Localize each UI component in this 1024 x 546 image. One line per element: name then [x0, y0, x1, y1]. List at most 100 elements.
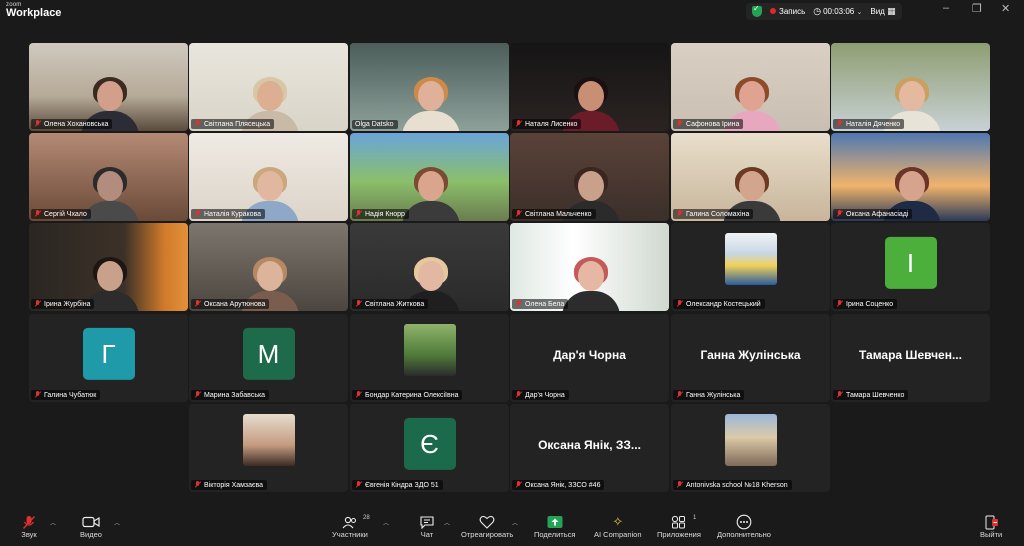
participant-tile[interactable]: Antonivska school №18 Kherson — [671, 404, 830, 492]
participant-tile[interactable]: Олена Бела — [510, 223, 669, 311]
participant-tile[interactable]: Світлана Мальченко — [510, 133, 669, 221]
participant-name-label: Світлана Плясецька — [191, 119, 275, 129]
camera-icon — [82, 514, 100, 530]
participant-name-label: Сергій Чхало — [31, 209, 91, 219]
participant-name: Сергій Чхало — [44, 210, 87, 218]
participant-tile[interactable]: Вікторія Хамзаєва — [189, 404, 348, 492]
participant-name: Наталія Дяченко — [846, 120, 901, 128]
video-feed — [29, 133, 188, 221]
participant-name: Бондар Катерина Олексіївна — [365, 391, 459, 399]
participant-tile[interactable]: Тамара Шевчен... Тамара Шевченко — [831, 314, 990, 402]
participant-tile[interactable]: Наталія Куракова — [189, 133, 348, 221]
apps-icon — [670, 514, 688, 530]
more-dots-icon — [735, 514, 753, 530]
chat-options-chevron-icon[interactable]: ︿ — [444, 518, 450, 527]
video-feed — [189, 133, 348, 221]
participant-tile[interactable]: Сафонова Ірина — [671, 43, 830, 131]
participant-name: Наталя Лисенко — [525, 120, 578, 128]
mic-muted-icon — [515, 300, 522, 308]
chat-icon — [418, 514, 436, 530]
share-button[interactable]: Поделиться — [534, 514, 575, 539]
mic-muted-icon — [836, 120, 843, 128]
participant-tile[interactable]: Наталія Дяченко — [831, 43, 990, 131]
mic-muted-icon — [515, 391, 522, 399]
video-feed — [350, 43, 509, 131]
participant-tile[interactable]: Оксана Афанасіаді — [831, 133, 990, 221]
avatar-photo — [242, 414, 295, 466]
participant-tile[interactable]: Бондар Катерина Олексіївна — [350, 314, 509, 402]
video-feed — [510, 223, 669, 311]
react-button[interactable]: Отреагировать — [461, 514, 513, 539]
mic-muted-icon — [515, 481, 522, 489]
participant-tile[interactable]: Олександр Костецький — [671, 223, 830, 311]
mic-muted-icon — [836, 300, 843, 308]
avatar-photo — [724, 233, 777, 285]
participant-tile[interactable]: М Марина Забавська — [189, 314, 348, 402]
video-feed — [671, 133, 830, 221]
participant-tile[interactable]: Наталя Лисенко — [510, 43, 669, 131]
participant-figure — [398, 77, 462, 131]
participant-tile[interactable]: Olga Datsko — [350, 43, 509, 131]
participant-name: Сафонова Ірина — [686, 120, 740, 128]
participant-name-label: Olga Datsko — [352, 120, 398, 129]
mic-off-icon — [20, 514, 38, 530]
apps-label: Приложения — [657, 530, 701, 539]
video-feed — [831, 43, 990, 131]
participant-tile[interactable]: Світлана Плясецька — [189, 43, 348, 131]
participant-tile[interactable]: Олена Хохановська — [29, 43, 188, 131]
participant-name: Світлана Мальченко — [525, 210, 592, 218]
participant-tile[interactable]: Ірина Журбіна — [29, 223, 188, 311]
audio-options-chevron-icon[interactable]: ︿ — [50, 518, 56, 527]
video-feed — [29, 223, 188, 311]
participant-name: Antonivska school №18 Kherson — [686, 481, 788, 489]
participant-tile[interactable]: Галина Соломахіна — [671, 133, 830, 221]
mic-muted-icon — [355, 481, 362, 489]
participant-tile[interactable]: І Ірина Соценко — [831, 223, 990, 311]
mute-button[interactable]: Звук — [20, 514, 38, 539]
participants-options-chevron-icon[interactable]: ︿ — [383, 518, 389, 527]
more-label: Дополнительно — [717, 530, 771, 539]
participant-name-label: Ірина Журбіна — [31, 299, 95, 309]
participant-tile[interactable]: Є Євгенія Кіндра ЗДО 51 — [350, 404, 509, 492]
more-button[interactable]: Дополнительно — [717, 514, 771, 539]
mic-muted-icon — [34, 210, 41, 218]
participant-name: Надія Кнорр — [365, 210, 405, 218]
participant-name-label: Вікторія Хамзаєва — [191, 480, 268, 490]
video-feed — [510, 133, 669, 221]
participant-tile[interactable]: Сергій Чхало — [29, 133, 188, 221]
react-label: Отреагировать — [461, 530, 514, 539]
participant-name-display: Дар'я Чорна — [553, 348, 626, 362]
share-label: Поделиться — [534, 530, 576, 539]
participant-name-label: Оксана Афанасіаді — [833, 209, 913, 219]
video-button[interactable]: Видео — [80, 514, 102, 539]
participant-tile[interactable]: Оксана Арутюнова — [189, 223, 348, 311]
heart-icon — [478, 514, 496, 530]
participant-name-label: Світлана Житкова — [352, 299, 429, 309]
participant-name: Марина Забавська — [204, 391, 266, 399]
participant-name-label: Галина Чубатюк — [31, 390, 101, 400]
chat-button[interactable]: Чат — [418, 514, 436, 539]
participant-name-label: Бондар Катерина Олексіївна — [352, 390, 463, 400]
mute-label: Звук — [21, 530, 37, 539]
leave-button[interactable]: Выйти — [980, 514, 1002, 539]
participant-tile[interactable]: Оксана Янік, ЗЗ... Оксана Янік, ЗЗСО #46 — [510, 404, 669, 492]
participant-tile[interactable]: Г Галина Чубатюк — [29, 314, 188, 402]
participant-tile[interactable]: Ганна Жулінська Ганна Жулінська — [671, 314, 830, 402]
meeting-toolbar: Звук ︿ Видео ︿ Участники 28 ︿ Чат ︿ Отре… — [0, 510, 1024, 546]
participant-name-label: Тамара Шевченко — [833, 390, 909, 400]
participant-name: Наталія Куракова — [204, 210, 262, 218]
ai-companion-button[interactable]: ✧ AI Companion — [594, 514, 642, 539]
participant-name: Ганна Жулінська — [686, 391, 741, 399]
participants-count: 28 — [363, 515, 370, 521]
participant-name-label: Ганна Жулінська — [673, 390, 745, 400]
react-options-chevron-icon[interactable]: ︿ — [512, 518, 518, 527]
video-options-chevron-icon[interactable]: ︿ — [114, 518, 120, 527]
participant-name: Світлана Плясецька — [204, 120, 271, 128]
participant-tile[interactable]: Надія Кнорр — [350, 133, 509, 221]
participant-tile[interactable]: Світлана Житкова — [350, 223, 509, 311]
participant-name: Оксана Арутюнова — [204, 300, 266, 308]
participant-tile[interactable]: Дар'я Чорна Дар'я Чорна — [510, 314, 669, 402]
mic-muted-icon — [676, 120, 683, 128]
participant-name-label: Наталія Дяченко — [833, 119, 905, 129]
mic-muted-icon — [676, 300, 683, 308]
